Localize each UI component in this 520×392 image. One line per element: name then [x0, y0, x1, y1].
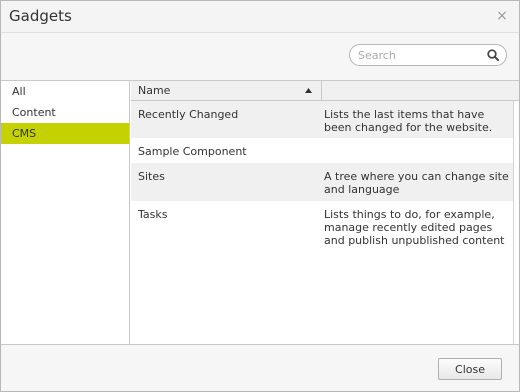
search-box[interactable]	[349, 44, 507, 66]
gadgets-grid: Name Recently Changed Lists the last ite…	[131, 81, 519, 344]
row-name: Sample Component	[138, 145, 247, 158]
grid-row-sample-component[interactable]: Sample Component	[131, 138, 513, 163]
grid-row-tasks[interactable]: Tasks Lists things to do, for example, m…	[131, 201, 513, 253]
gadgets-dialog: Gadgets × All Content CMS Name	[0, 0, 520, 392]
row-name: Tasks	[138, 208, 168, 221]
gadgets-content: All Content CMS Name Recently Changed Li…	[1, 80, 519, 345]
row-name: Sites	[138, 170, 165, 183]
dialog-titlebar: Gadgets ×	[1, 1, 519, 33]
dialog-title: Gadgets	[9, 7, 72, 25]
sidebar-item-all[interactable]: All	[1, 81, 129, 102]
grid-row-sites[interactable]: Sites A tree where you can change site a…	[131, 163, 513, 201]
grid-scrollbar[interactable]	[513, 101, 519, 344]
sort-ascending-icon	[305, 88, 312, 93]
row-description: A tree where you can change site and lan…	[324, 170, 509, 196]
search-input[interactable]	[358, 47, 484, 63]
row-name: Recently Changed	[138, 108, 239, 121]
grid-header: Name	[131, 81, 519, 101]
column-header-description[interactable]	[323, 81, 519, 100]
category-sidebar: All Content CMS	[1, 81, 130, 344]
search-icon[interactable]	[486, 48, 500, 62]
dialog-footer: Close	[1, 346, 519, 391]
grid-row-recently-changed[interactable]: Recently Changed Lists the last items th…	[131, 101, 513, 138]
column-header-name[interactable]: Name	[131, 81, 322, 100]
sidebar-item-cms[interactable]: CMS	[1, 123, 129, 144]
sidebar-item-content[interactable]: Content	[1, 102, 129, 123]
close-button[interactable]: Close	[438, 358, 502, 380]
row-description: Lists things to do, for example, manage …	[324, 208, 505, 247]
close-icon[interactable]: ×	[495, 9, 509, 23]
row-description: Lists the last items that have been chan…	[324, 108, 493, 134]
column-header-name-label: Name	[138, 84, 171, 97]
